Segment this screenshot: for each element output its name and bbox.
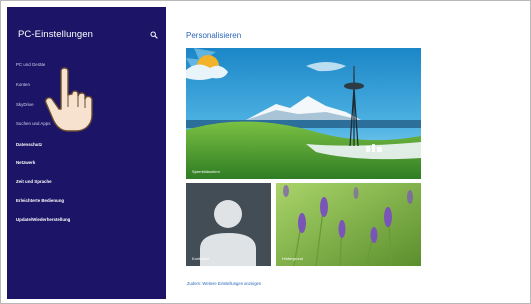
- seattle-landscape-image: [186, 48, 421, 179]
- sidebar-item-datenschutz[interactable]: Datenschutz: [16, 142, 42, 147]
- more-settings-link[interactable]: Zudem: Weitere Einstellungen anzeigen: [187, 281, 261, 286]
- sidebar-item-skydrive[interactable]: SkyDrive: [16, 102, 34, 107]
- search-icon[interactable]: [150, 31, 158, 39]
- sidebar-item-zeit-und-sprache[interactable]: Zeit und Sprache: [16, 179, 52, 184]
- account-picture-label: Kontobild: [192, 256, 209, 261]
- sidebar-item-konten[interactable]: Konten: [16, 82, 30, 87]
- sidebar-title: PC-Einstellungen: [18, 29, 94, 40]
- lock-screen-tile[interactable]: Sperrbildschirm: [186, 48, 421, 179]
- background-label: Hintergrund: [282, 256, 303, 261]
- sidebar-item-netzwerk[interactable]: Netzwerk: [16, 160, 35, 165]
- lavender-image: [276, 183, 421, 266]
- hand-pointer-icon: [44, 67, 93, 132]
- lock-screen-label: Sperrbildschirm: [192, 169, 220, 174]
- window: PC-Einstellungen PC und Geräte Konten Sk…: [0, 0, 531, 304]
- user-avatar-icon: [186, 183, 271, 266]
- sidebar-item-erleichterte-bedienung[interactable]: Erleichterte Bedienung: [16, 198, 64, 203]
- sidebar: PC-Einstellungen PC und Geräte Konten Sk…: [7, 7, 166, 299]
- background-tile[interactable]: Hintergrund: [276, 183, 421, 266]
- page-title: Personalisieren: [186, 31, 242, 40]
- account-picture-tile[interactable]: Kontobild: [186, 183, 271, 266]
- sidebar-item-update-wiederherstellung[interactable]: Update/Wiederherstellung: [16, 217, 70, 222]
